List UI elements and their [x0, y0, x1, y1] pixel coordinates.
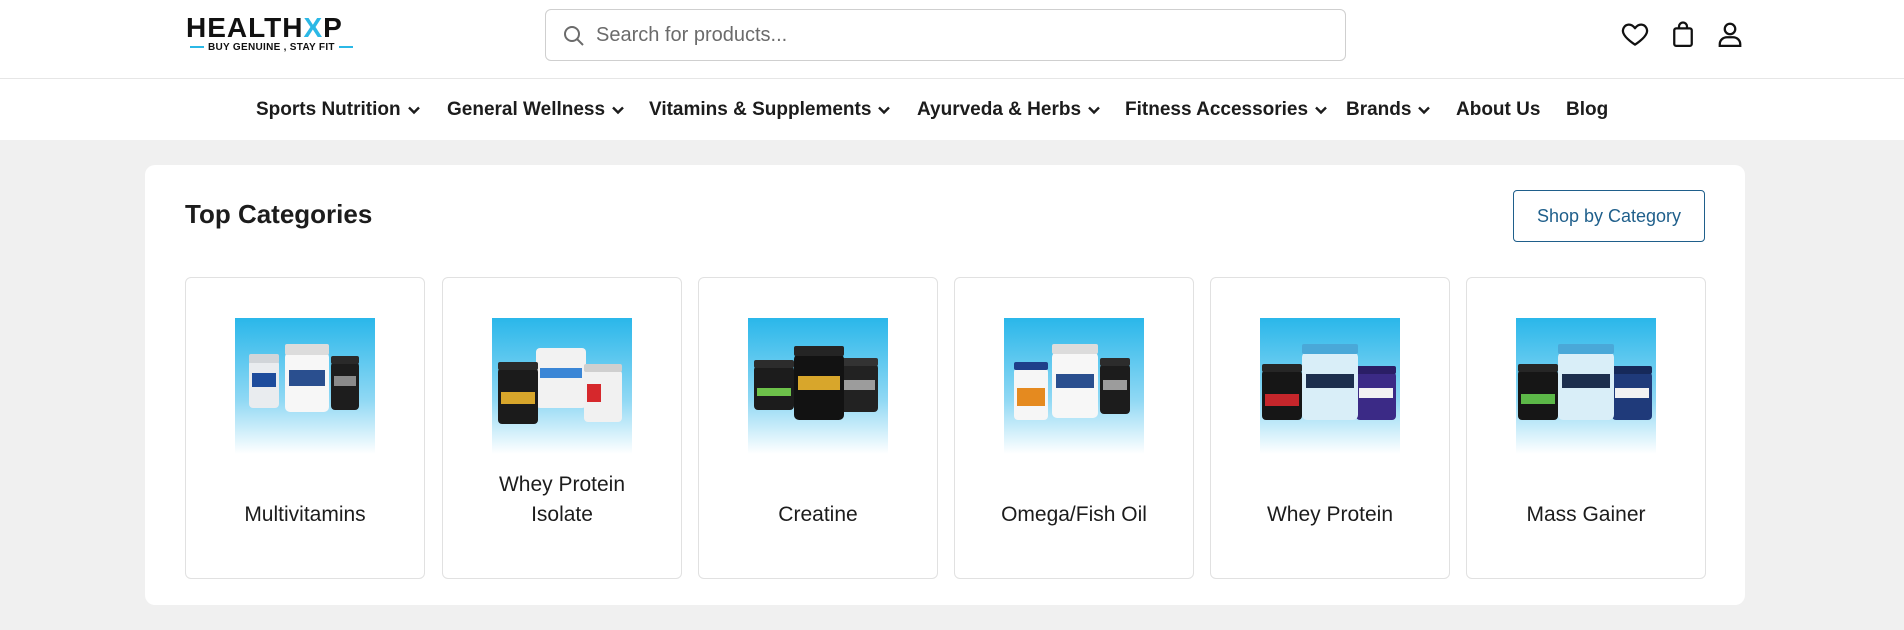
brand-wordmark: HEALTHXP — [186, 12, 343, 43]
category-card-whey-protein-isolate[interactable]: Whey Protein Isolate — [442, 277, 682, 579]
heart-icon[interactable] — [1620, 19, 1650, 49]
nav-item-sports-nutrition[interactable]: Sports Nutrition — [256, 98, 421, 122]
brand-tagline: BUY GENUINE , STAY FIT — [186, 42, 356, 53]
site-header: HEALTHXP BUY GENUINE , STAY FIT — [0, 0, 1904, 79]
category-card-multivitamins[interactable]: Multivitamins — [185, 277, 425, 579]
shop-by-category-button[interactable]: Shop by Category — [1513, 190, 1705, 242]
category-card-whey-protein[interactable]: Whey Protein — [1210, 277, 1450, 579]
chevron-down-icon — [612, 106, 624, 115]
nav-item-label: Ayurveda & Herbs — [917, 99, 1082, 120]
category-label: Omega/Fish Oil — [1001, 503, 1147, 526]
category-card-creatine[interactable]: Creatine — [698, 277, 938, 579]
nav-item-brands[interactable]: Brands — [1346, 98, 1431, 122]
main-nav: Sports Nutrition General Wellness Vitami… — [0, 79, 1904, 140]
chevron-down-icon — [1315, 106, 1327, 115]
nav-item-label: Blog — [1566, 99, 1609, 120]
top-categories-section: Top Categories Shop by Category Multivit… — [145, 165, 1745, 605]
category-label: Mass Gainer — [1526, 503, 1646, 526]
nav-item-vitamins-supplements[interactable]: Vitamins & Supplements — [649, 98, 891, 122]
nav-item-general-wellness[interactable]: General Wellness — [447, 98, 625, 122]
whey-protein-isolate-product-image — [492, 318, 632, 454]
nav-item-label: About Us — [1456, 99, 1541, 120]
nav-item-label: Sports Nutrition — [256, 99, 401, 120]
nav-item-label: General Wellness — [447, 99, 606, 120]
category-card-omega-fish-oil[interactable]: Omega/Fish Oil — [954, 277, 1194, 579]
nav-item-label: Brands — [1346, 99, 1412, 120]
chevron-down-icon — [1418, 106, 1431, 115]
nav-item-label: Vitamins & Supplements — [649, 99, 872, 120]
nav-item-ayurveda-herbs[interactable]: Ayurveda & Herbs — [917, 98, 1101, 122]
nav-item-blog[interactable]: Blog — [1566, 98, 1608, 122]
search-bar — [545, 9, 1346, 61]
category-label: Multivitamins — [244, 503, 366, 526]
user-icon[interactable] — [1715, 19, 1745, 49]
section-title: Top Categories — [185, 199, 373, 229]
chevron-down-icon — [407, 106, 420, 115]
nav-item-fitness-accessories[interactable]: Fitness Accessories — [1125, 98, 1328, 122]
category-label: Whey Protein — [1266, 503, 1394, 526]
creatine-product-image — [748, 318, 888, 454]
search-input[interactable] — [596, 18, 1316, 52]
omega-fish-oil-product-image — [1004, 318, 1144, 454]
category-label: Whey Protein Isolate — [498, 473, 626, 526]
nav-item-label: Fitness Accessories — [1125, 99, 1309, 120]
whey-protein-product-image — [1260, 318, 1400, 454]
multivitamins-product-image — [235, 318, 375, 454]
shopping-bag-icon[interactable] — [1668, 19, 1698, 49]
category-card-mass-gainer[interactable]: Mass Gainer — [1466, 277, 1706, 579]
chevron-down-icon — [1088, 106, 1100, 115]
chevron-down-icon — [878, 106, 891, 115]
mass-gainer-product-image — [1516, 318, 1656, 454]
nav-item-about-us[interactable]: About Us — [1456, 98, 1540, 122]
brand-logo[interactable]: HEALTHXP BUY GENUINE , STAY FIT — [186, 12, 358, 56]
category-label: Creatine — [778, 503, 858, 526]
search-icon — [564, 26, 584, 46]
